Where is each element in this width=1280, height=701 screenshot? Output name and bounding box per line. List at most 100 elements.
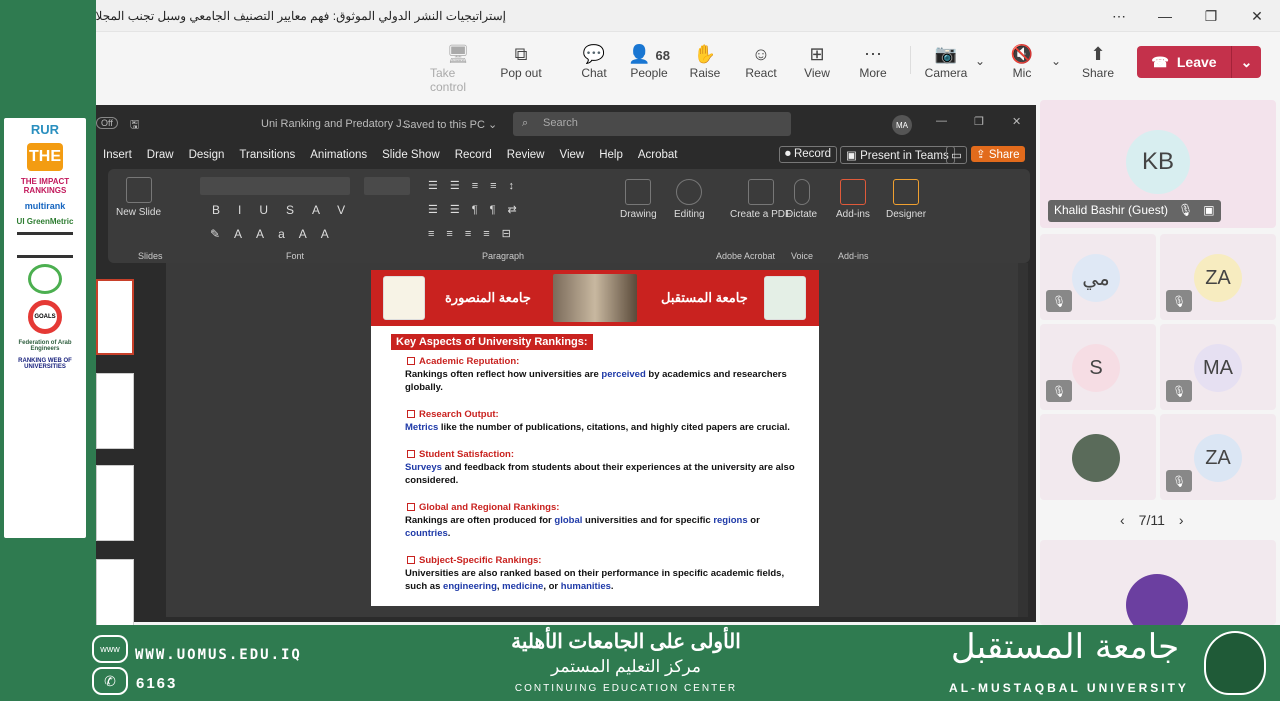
new-slide-button[interactable]: New Slide	[116, 177, 161, 218]
font-size-select[interactable]	[364, 177, 410, 195]
slide-thumbnail[interactable]	[96, 373, 134, 449]
slide-thumbnail[interactable]	[96, 559, 134, 635]
phone-hangup-icon: ☎	[1151, 53, 1169, 70]
grid-icon	[839, 179, 866, 205]
participant-tile[interactable]: ZA 🎙	[1160, 234, 1276, 320]
tab-review[interactable]: Review	[507, 149, 545, 161]
participant-gallery: KB Khalid Bashir (Guest) 🎙 ▣ مي 🎙 ZA 🎙 S 🎙 MA…	[1040, 100, 1276, 636]
main-participant-tile[interactable]: KB Khalid Bashir (Guest) 🎙 ▣	[1040, 100, 1276, 228]
search-input[interactable]: Search	[513, 112, 791, 136]
autosave-toggle[interactable]: Off	[96, 117, 118, 129]
indent-buttons[interactable]: ☰☰¶¶⇄	[428, 203, 529, 216]
user-avatar[interactable]: MA	[892, 115, 912, 135]
create-pdf-button[interactable]: Create a PDF	[730, 179, 791, 220]
close-icon[interactable]: ✕	[1234, 0, 1280, 32]
mic-options-chevron[interactable]: ⌄	[1042, 54, 1070, 68]
designer-icon	[893, 179, 920, 205]
react-button[interactable]: ☺ React	[733, 42, 789, 80]
slide-thumbnail[interactable]	[96, 465, 134, 541]
bullet-item: Student Satisfaction: Surveys and feedba…	[405, 448, 805, 487]
font-format-buttons[interactable]: BIUSAV	[212, 203, 363, 217]
tab-insert[interactable]: Insert	[103, 149, 132, 161]
tab-transitions[interactable]: Transitions	[239, 149, 295, 161]
ppt-title-bar: Off 🖫 Uni Ranking and Predatory J... Sav…	[96, 105, 1036, 143]
maximize-icon[interactable]: ❐	[1188, 0, 1234, 32]
record-icon: ⏺	[785, 148, 794, 160]
present-in-teams-button[interactable]: ▣ Present in Teams	[840, 146, 955, 164]
file-name[interactable]: Uni Ranking and Predatory J...	[261, 118, 411, 130]
ellipsis-icon: ⋯	[864, 44, 882, 64]
font-name-select[interactable]	[200, 177, 350, 195]
dictate-button[interactable]: Dictate	[786, 179, 817, 220]
minimize-icon[interactable]: —	[1142, 0, 1188, 32]
minimize-icon[interactable]: —	[936, 115, 947, 127]
save-icon[interactable]: 🖫	[130, 116, 139, 135]
website-text: WWW.UOMUS.EDU.IQ	[135, 647, 302, 663]
vertical-scrollbar[interactable]	[1018, 263, 1028, 617]
add-ins-button[interactable]: Add-ins	[836, 179, 870, 220]
tab-design[interactable]: Design	[189, 149, 225, 161]
view-button[interactable]: ⊞ View	[789, 42, 845, 80]
globe-icon: www	[92, 635, 128, 663]
mustaqbal-name: جامعة المستقبل	[661, 290, 748, 305]
tab-acrobat[interactable]: Acrobat	[638, 149, 678, 161]
wreath-logo	[28, 264, 62, 294]
mic-off-icon: 🎙	[1166, 380, 1192, 402]
tab-record[interactable]: Record	[455, 149, 492, 161]
tab-draw[interactable]: Draw	[147, 149, 174, 161]
mic-off-icon: 🔇	[1010, 44, 1034, 64]
mic-off-icon: 🎙	[1166, 290, 1192, 312]
chevron-right-icon[interactable]: ›	[1179, 512, 1184, 528]
editing-button[interactable]: Editing	[674, 179, 705, 220]
list-buttons[interactable]: ☰☰≡≡↕	[428, 179, 526, 192]
participant-name-bar: Khalid Bashir (Guest) 🎙 ▣	[1048, 200, 1221, 222]
record-button[interactable]: ⏺ Record	[779, 146, 838, 163]
close-icon[interactable]: ✕	[1012, 115, 1021, 128]
designer-button[interactable]: Designer	[886, 179, 926, 220]
take-control-button[interactable]: 🖥 Take control	[430, 42, 486, 94]
participant-tile[interactable]	[1040, 540, 1276, 636]
participant-tile[interactable]: MA 🎙	[1160, 324, 1276, 410]
chevron-left-icon[interactable]: ‹	[1120, 512, 1125, 528]
chevron-down-icon: ⌄	[1050, 54, 1062, 68]
tab-view[interactable]: View	[559, 149, 584, 161]
university-seal	[1204, 631, 1266, 695]
pop-out-button[interactable]: ⧉ Pop out	[493, 42, 549, 80]
current-slide[interactable]: جامعة المنصورة جامعة المستقبل Key Aspect…	[371, 270, 819, 606]
group-label-paragraph: Paragraph	[482, 251, 525, 261]
comments-button[interactable]: ▭	[946, 146, 967, 164]
teams-icon: ▣	[846, 150, 861, 162]
participant-tile[interactable]	[1040, 414, 1156, 500]
chat-icon: 💬	[582, 44, 606, 64]
camera-options-chevron[interactable]: ⌄	[966, 54, 994, 68]
people-button[interactable]: 👤 68 People	[621, 42, 677, 80]
mic-off-icon: 🎙	[1046, 290, 1072, 312]
save-status[interactable]: Saved to this PC ⌄	[403, 118, 497, 131]
bullet-item: Subject-Specific Rankings: Universities …	[405, 554, 805, 593]
participant-tile[interactable]: ZA 🎙	[1160, 414, 1276, 500]
drawing-button[interactable]: Drawing	[620, 179, 657, 220]
share-button[interactable]: ⇪ Share	[971, 146, 1025, 162]
chat-button[interactable]: 💬 Chat	[566, 42, 622, 80]
align-buttons[interactable]: ≡≡≡≡⊟	[428, 227, 523, 240]
leave-options-chevron[interactable]: ⌄	[1231, 46, 1261, 78]
raise-hand-button[interactable]: ✋ Raise	[677, 42, 733, 80]
chevron-down-icon: ⌄	[974, 54, 986, 68]
more-button[interactable]: ⋯ More	[845, 42, 901, 80]
font-color-buttons[interactable]: ✎AAaAA	[210, 227, 343, 241]
tab-animations[interactable]: Animations	[310, 149, 367, 161]
slide-thumbnail[interactable]	[96, 279, 134, 355]
share-button[interactable]: ⬆ Share	[1070, 42, 1126, 80]
tab-slide-show[interactable]: Slide Show	[382, 149, 440, 161]
window-controls: ⋯ — ❐ ✕	[1096, 0, 1280, 32]
avatar: مي	[1072, 254, 1120, 302]
participant-tile[interactable]: S 🎙	[1040, 324, 1156, 410]
leave-button[interactable]: ☎ Leave ⌄	[1137, 46, 1261, 78]
tab-help[interactable]: Help	[599, 149, 623, 161]
participant-tile[interactable]: مي 🎙	[1040, 234, 1156, 320]
avatar: S	[1072, 344, 1120, 392]
more-options-icon[interactable]: ⋯	[1096, 0, 1142, 32]
maximize-icon[interactable]: ❐	[974, 115, 984, 128]
multirank-logo: multirank	[24, 201, 66, 211]
group-label-slides: Slides	[138, 251, 163, 261]
